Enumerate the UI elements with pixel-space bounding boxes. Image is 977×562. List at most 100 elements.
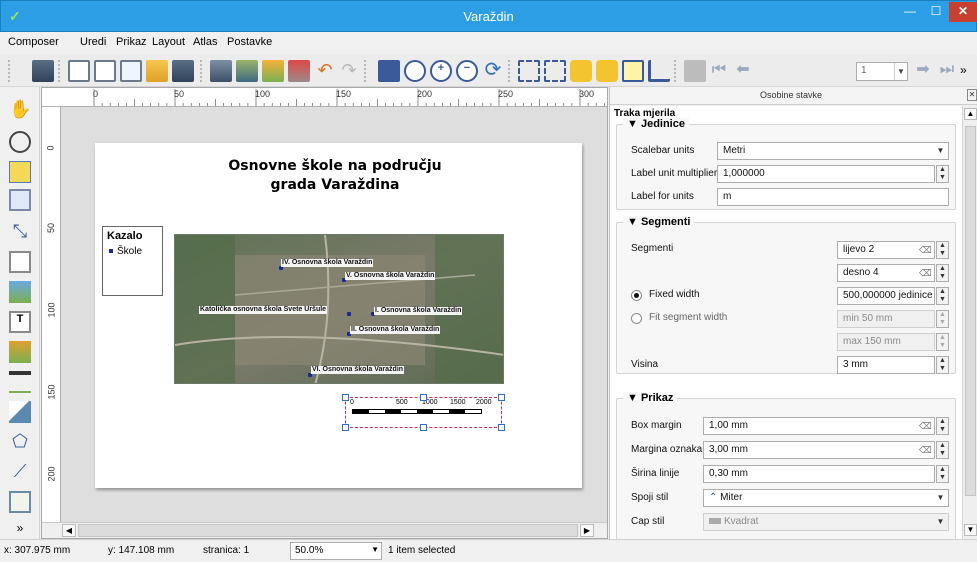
horizontal-scrollbar[interactable]: ◀ ▶	[42, 522, 607, 538]
minimize-button[interactable]: —	[897, 2, 923, 22]
line-width-spinner[interactable]: ▲ ▼	[936, 465, 949, 483]
add-polygon-icon[interactable]: ⬠	[9, 431, 31, 453]
scroll-down-button[interactable]: ▼	[964, 524, 977, 536]
select-move-icon[interactable]	[9, 161, 31, 183]
clear-icon[interactable]: ⌫	[919, 444, 932, 455]
selection-handle[interactable]	[498, 424, 505, 431]
zoom-select[interactable]: 50.0% ▼	[290, 542, 382, 560]
scroll-up-button[interactable]: ▲	[964, 108, 977, 120]
undo-icon[interactable]: ↶	[314, 60, 336, 82]
layout-title[interactable]: Osnovne škole na području grada Varaždin…	[205, 157, 465, 195]
move-content-icon[interactable]	[9, 189, 31, 211]
line-width-input[interactable]: 0,30 mm	[703, 465, 935, 483]
menu-prikaz[interactable]: Prikaz	[116, 36, 147, 48]
open-template-icon[interactable]	[146, 60, 168, 82]
menu-layout[interactable]: Layout	[152, 36, 185, 48]
last-feature-icon[interactable]: ⏭	[936, 60, 958, 82]
segments-left-spinner[interactable]: ▲ ▼	[936, 241, 949, 259]
raise-icon[interactable]	[622, 60, 644, 82]
zoom-in-icon[interactable]: +	[430, 60, 452, 82]
next-feature-icon[interactable]: ➡	[912, 60, 934, 82]
add-shape-icon[interactable]	[9, 401, 31, 423]
duplicate-composer-icon[interactable]	[94, 60, 116, 82]
group-icon[interactable]	[518, 60, 540, 82]
chevron-down-icon[interactable]: ▼	[894, 63, 907, 80]
clear-icon[interactable]: ⌫	[919, 420, 932, 431]
menu-atlas[interactable]: Atlas	[193, 36, 217, 48]
label-margin-input[interactable]: 3,00 mm ⌫	[703, 441, 935, 459]
min-width-input[interactable]: min 50 mm	[837, 310, 935, 328]
new-composer-icon[interactable]	[68, 60, 90, 82]
menu-composer[interactable]: Composer	[8, 36, 59, 48]
scroll-thumb[interactable]	[78, 524, 578, 537]
zoom-100-icon[interactable]	[404, 60, 426, 82]
selection-handle[interactable]	[342, 394, 349, 401]
add-image-icon[interactable]	[9, 281, 31, 303]
selection-handle[interactable]	[420, 394, 427, 401]
edit-nodes-icon[interactable]: ⤡	[9, 221, 31, 243]
atlas-preview-icon[interactable]	[684, 60, 706, 82]
clear-icon[interactable]: ⌫	[919, 267, 932, 278]
composer-manager-icon[interactable]	[120, 60, 142, 82]
fit-segment-width-radio[interactable]	[631, 313, 642, 324]
height-spinner[interactable]: ▲ ▼	[936, 356, 949, 374]
export-image-icon[interactable]	[236, 60, 258, 82]
scalebar-units-select[interactable]: Metri ▼	[717, 142, 949, 160]
add-label-icon[interactable]: T	[9, 311, 31, 333]
scroll-right-button[interactable]: ▶	[580, 524, 594, 537]
add-legend-icon[interactable]	[9, 341, 31, 363]
cap-style-select[interactable]: Kvadrat ▼	[703, 513, 949, 531]
panel-close-icon[interactable]: ✕	[967, 89, 977, 101]
panel-scrollbar[interactable]: ▲ ▼	[962, 106, 977, 539]
map-item[interactable]: IV. Osnovna škola Varaždin V. Osnovna šk…	[174, 234, 504, 384]
close-button[interactable]: ✕	[949, 2, 977, 22]
fixed-width-radio[interactable]	[631, 290, 642, 301]
unlock-icon[interactable]	[596, 60, 618, 82]
height-input[interactable]: 3 mm	[837, 356, 935, 374]
segments-right-input[interactable]: desno 4 ⌫	[837, 264, 935, 282]
toolbar-overflow-button[interactable]: »	[960, 60, 974, 82]
maximize-button[interactable]: ☐	[923, 2, 949, 22]
export-svg-icon[interactable]	[262, 60, 284, 82]
save-template-icon[interactable]	[172, 60, 194, 82]
menu-postavke[interactable]: Postavke	[227, 36, 272, 48]
menu-uredi[interactable]: Uredi	[80, 36, 106, 48]
unit-multiplier-spinner[interactable]: ▲ ▼	[936, 165, 949, 183]
ungroup-icon[interactable]	[544, 60, 566, 82]
scalebar-item[interactable]: 0 500 1000 1500 2000	[342, 394, 505, 431]
join-style-select[interactable]: ⌃ Miter ▼	[703, 489, 949, 507]
fixed-width-input[interactable]: 500,000000 jedinice	[837, 287, 935, 305]
first-feature-icon[interactable]: ⏮	[708, 60, 730, 82]
label-margin-spinner[interactable]: ▲ ▼	[936, 441, 949, 459]
selection-handle[interactable]	[420, 424, 427, 431]
redo-icon[interactable]: ↷	[338, 60, 360, 82]
selection-handle[interactable]	[342, 424, 349, 431]
selection-handle[interactable]	[498, 394, 505, 401]
max-width-spinner[interactable]: ▲ ▼	[936, 333, 949, 351]
unit-multiplier-input[interactable]: 1,000000	[717, 165, 935, 183]
scroll-left-button[interactable]: ◀	[62, 524, 76, 537]
clear-icon[interactable]: ⌫	[919, 244, 932, 255]
segments-left-input[interactable]: lijevo 2 ⌫	[837, 241, 935, 259]
align-icon[interactable]	[648, 60, 670, 82]
min-width-spinner[interactable]: ▲ ▼	[936, 310, 949, 328]
add-polyline-icon[interactable]: ⟋	[9, 461, 31, 483]
composer-canvas[interactable]: 0 50 100 150 200 250 300 0 50 100 150 20…	[41, 87, 608, 539]
export-pdf-icon[interactable]	[288, 60, 310, 82]
box-margin-spinner[interactable]: ▲ ▼	[936, 417, 949, 435]
zoom-out-icon[interactable]: −	[456, 60, 478, 82]
add-attribute-table-icon[interactable]	[9, 491, 31, 513]
scroll-thumb[interactable]	[965, 126, 976, 496]
save-icon[interactable]	[32, 60, 54, 82]
refresh-icon[interactable]: ⟳	[482, 60, 504, 82]
segments-right-spinner[interactable]: ▲ ▼	[936, 264, 949, 282]
zoom-tool-icon[interactable]	[9, 131, 31, 153]
zoom-full-icon[interactable]	[378, 60, 400, 82]
atlas-page-field[interactable]: 1 ▼	[856, 62, 908, 81]
print-icon[interactable]	[210, 60, 232, 82]
pan-icon[interactable]: ✋	[9, 99, 31, 121]
add-scalebar-icon[interactable]	[9, 371, 31, 393]
units-group-title[interactable]: ▼ Jedinice	[623, 118, 689, 130]
box-margin-input[interactable]: 1,00 mm ⌫	[703, 417, 935, 435]
add-map-icon[interactable]	[9, 251, 31, 273]
